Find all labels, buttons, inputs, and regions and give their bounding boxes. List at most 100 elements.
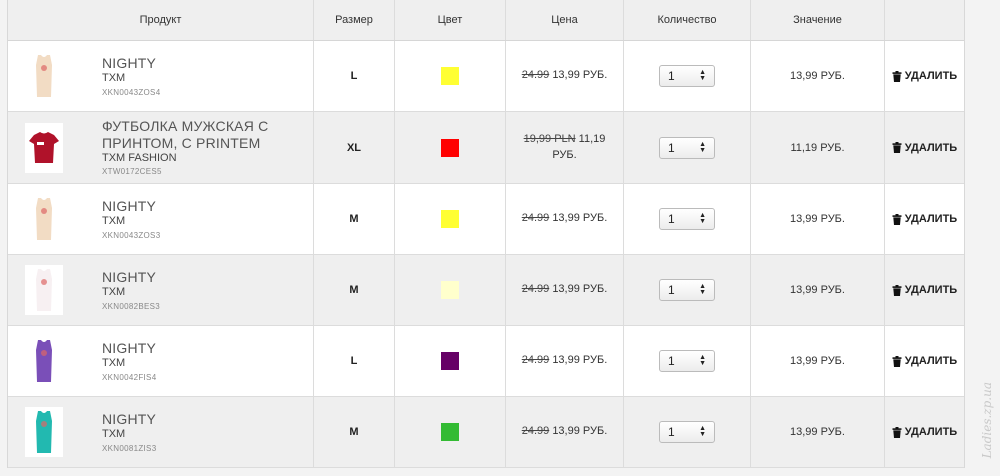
line-total: 13,99 РУБ.: [790, 355, 845, 367]
product-sku: XKN0043ZOS3: [102, 230, 161, 240]
nightgown-beige-icon: [25, 51, 63, 101]
quantity-cell: 1 ▲ ▼: [624, 255, 751, 325]
delete-label: УДАЛИТЬ: [904, 284, 958, 296]
quantity-value: 1: [668, 425, 675, 439]
cart-row: NIGHTY TXM XKN0043ZOS3 M 24.99 13,99 РУБ…: [8, 184, 964, 255]
delete-label: УДАЛИТЬ: [904, 355, 958, 367]
size-cell: M: [314, 397, 395, 467]
product-name[interactable]: NIGHTY: [102, 55, 160, 71]
product-thumbnail[interactable]: [25, 265, 63, 315]
header-quantity: Количество: [624, 0, 751, 40]
quantity-cell: 1 ▲ ▼: [624, 184, 751, 254]
old-price: 24.99: [521, 212, 550, 225]
total-cell: 13,99 РУБ.: [751, 326, 885, 396]
cart-row: NIGHTY TXM XKN0042FIS4 L 24.99 13,99 РУБ…: [8, 326, 964, 397]
color-cell: [395, 255, 506, 325]
header-color: Цвет: [395, 0, 506, 40]
delete-button[interactable]: УДАЛИТЬ: [892, 355, 957, 367]
product-name[interactable]: ФУТБОЛКА МУЖСКАЯ С ПРИНТОМ, С PRINTEM: [102, 118, 313, 150]
trash-icon: [892, 70, 902, 82]
updown-arrows-icon: ▲ ▼: [699, 69, 706, 82]
size-cell: L: [314, 41, 395, 111]
product-size: M: [349, 213, 359, 225]
product-sku: XKN0082BES3: [102, 301, 161, 311]
product-thumbnail[interactable]: [25, 51, 63, 101]
delete-button[interactable]: УДАЛИТЬ: [892, 426, 957, 438]
size-cell: M: [314, 184, 395, 254]
delete-label: УДАЛИТЬ: [904, 213, 958, 225]
color-cell: [395, 397, 506, 467]
updown-arrows-icon: ▲ ▼: [699, 354, 706, 367]
quantity-value: 1: [668, 140, 675, 155]
nightgown-teal-icon: [25, 407, 63, 457]
product-cell: NIGHTY TXM XKN0081ZIS3: [8, 397, 314, 467]
quantity-cell: 1 ▲ ▼: [624, 41, 751, 111]
product-name[interactable]: NIGHTY: [102, 411, 156, 427]
total-cell: 13,99 РУБ.: [751, 255, 885, 325]
product-cell: ФУТБОЛКА МУЖСКАЯ С ПРИНТОМ, С PRINTEM TX…: [8, 112, 314, 183]
product-name[interactable]: NIGHTY: [102, 198, 160, 214]
quantity-select[interactable]: 1 ▲ ▼: [659, 421, 715, 443]
nightgown-beige-icon: [25, 194, 63, 244]
color-cell: [395, 326, 506, 396]
updown-arrows-icon: ▲ ▼: [699, 212, 706, 225]
delete-cell: УДАЛИТЬ: [885, 112, 964, 183]
color-swatch: [441, 281, 459, 299]
quantity-value: 1: [668, 212, 675, 226]
updown-arrows-icon: ▲ ▼: [699, 283, 706, 296]
delete-button[interactable]: УДАЛИТЬ: [892, 142, 957, 154]
size-cell: XL: [314, 112, 395, 183]
product-cell: NIGHTY TXM XKN0042FIS4: [8, 326, 314, 396]
tshirt-red-icon: [25, 122, 63, 173]
color-cell: [395, 41, 506, 111]
price-cell: 24.99 13,99 РУБ.: [506, 41, 624, 111]
quantity-select[interactable]: 1 ▲ ▼: [659, 136, 715, 159]
price-cell: 24.99 13,99 РУБ.: [506, 326, 624, 396]
product-thumbnail[interactable]: [25, 407, 63, 457]
header-product: Продукт: [8, 0, 314, 40]
delete-button[interactable]: УДАЛИТЬ: [892, 70, 957, 82]
product-thumbnail[interactable]: [25, 122, 63, 173]
quantity-select[interactable]: 1 ▲ ▼: [659, 350, 715, 372]
delete-label: УДАЛИТЬ: [904, 70, 958, 82]
quantity-select[interactable]: 1 ▲ ▼: [659, 65, 715, 87]
delete-button[interactable]: УДАЛИТЬ: [892, 284, 957, 296]
line-total: 13,99 РУБ.: [790, 426, 845, 438]
product-brand: TXM: [102, 428, 126, 441]
product-thumbnail[interactable]: [25, 336, 63, 386]
nightgown-purple-icon: [25, 336, 63, 386]
quantity-value: 1: [668, 283, 675, 297]
delete-cell: УДАЛИТЬ: [885, 326, 964, 396]
color-swatch: [441, 423, 459, 441]
color-swatch: [441, 67, 459, 85]
product-brand: TXM: [102, 286, 126, 299]
product-sku: XKN0081ZIS3: [102, 443, 157, 453]
quantity-select[interactable]: 1 ▲ ▼: [659, 279, 715, 301]
product-cell: NIGHTY TXM XKN0043ZOS3: [8, 184, 314, 254]
product-name[interactable]: NIGHTY: [102, 269, 160, 285]
delete-cell: УДАЛИТЬ: [885, 184, 964, 254]
product-sku: XKN0043ZOS4: [102, 87, 161, 97]
price-cell: 24.99 13,99 РУБ.: [506, 184, 624, 254]
price-cell: 19,99 PLN 11,19 РУБ.: [506, 112, 624, 183]
delete-label: УДАЛИТЬ: [904, 141, 958, 154]
old-price: 24.99: [521, 354, 550, 367]
product-size: M: [349, 426, 359, 438]
price-cell: 24.99 13,99 РУБ.: [506, 255, 624, 325]
quantity-value: 1: [668, 354, 675, 368]
line-total: 11,19 РУБ.: [790, 141, 845, 154]
header-size: Размер: [314, 0, 395, 40]
quantity-select[interactable]: 1 ▲ ▼: [659, 208, 715, 230]
product-name[interactable]: NIGHTY: [102, 340, 156, 356]
delete-button[interactable]: УДАЛИТЬ: [892, 213, 957, 225]
updown-arrows-icon: ▲ ▼: [699, 425, 706, 438]
cart-row: ФУТБОЛКА МУЖСКАЯ С ПРИНТОМ, С PRINTEM TX…: [8, 112, 964, 184]
header-total: Значение: [751, 0, 885, 40]
product-thumbnail[interactable]: [25, 194, 63, 244]
total-cell: 13,99 РУБ.: [751, 184, 885, 254]
updown-arrows-icon: ▲ ▼: [699, 140, 706, 154]
new-price: 13,99 РУБ.: [552, 354, 608, 367]
product-cell: NIGHTY TXM XKN0082BES3: [8, 255, 314, 325]
product-brand: TXM: [102, 357, 126, 370]
quantity-cell: 1 ▲ ▼: [624, 326, 751, 396]
